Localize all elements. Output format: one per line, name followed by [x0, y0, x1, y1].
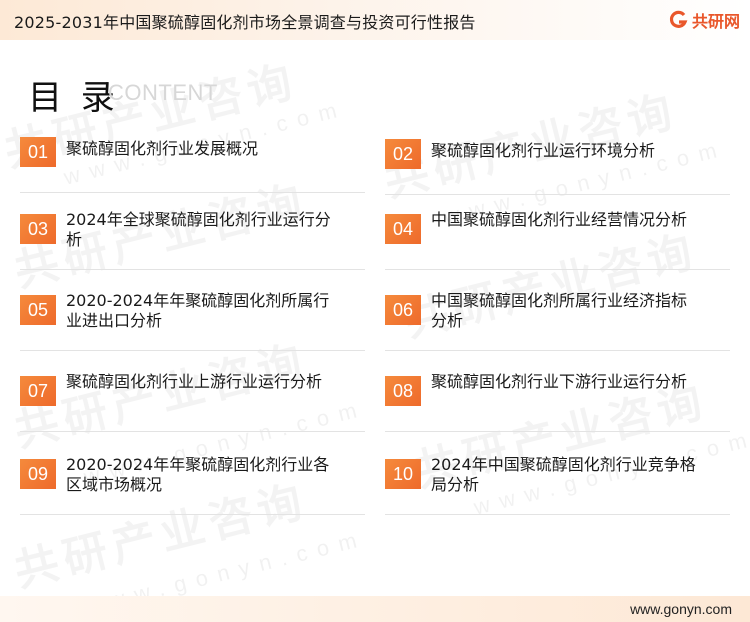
toc-item[interactable]: 04 中国聚硫醇固化剂行业经营情况分析 [385, 210, 730, 270]
toc-subtitle: CONTENT [108, 80, 218, 105]
toc-item-number: 08 [385, 376, 421, 406]
brand-logo-text: 共研网 [691, 12, 740, 31]
toc-item[interactable]: 08 聚硫醇固化剂行业下游行业运行分析 [385, 372, 730, 432]
toc-item-number: 01 [20, 137, 56, 167]
brand-logo-icon [669, 10, 688, 28]
toc-item-number: 10 [385, 459, 421, 489]
toc-item-number: 05 [20, 295, 56, 325]
toc-item[interactable]: 05 2020-2024年年聚硫醇固化剂所属行业进出口分析 [20, 291, 365, 351]
brand-logo: 共研网 [668, 7, 740, 33]
toc-item-label: 2020-2024年年聚硫醇固化剂所属行业进出口分析 [66, 291, 330, 330]
toc-item-label: 中国聚硫醇固化剂所属行业经济指标分析 [431, 291, 688, 330]
toc-item[interactable]: 09 2020-2024年年聚硫醇固化剂行业各区域市场概况 [20, 455, 365, 515]
toc-item-label: 聚硫醇固化剂行业上游行业运行分析 [66, 372, 323, 391]
toc-item-number: 04 [385, 214, 421, 244]
toc-item[interactable]: 03 2024年全球聚硫醇固化剂行业运行分析 [20, 210, 365, 270]
toc-item-number: 09 [20, 459, 56, 489]
toc-item-label: 聚硫醇固化剂行业下游行业运行分析 [431, 372, 688, 391]
toc-item[interactable]: 06 中国聚硫醇固化剂所属行业经济指标分析 [385, 291, 730, 351]
toc-item-number: 03 [20, 214, 56, 244]
toc-item-number: 06 [385, 295, 421, 325]
footer-url[interactable]: www.gonyn.com [630, 601, 732, 617]
toc-item-label: 中国聚硫醇固化剂行业经营情况分析 [431, 210, 688, 229]
toc-title: 目 录 [28, 78, 119, 118]
toc-item-label: 聚硫醇固化剂行业发展概况 [66, 139, 259, 158]
toc-item[interactable]: 02 聚硫醇固化剂行业运行环境分析 [385, 135, 730, 195]
toc-item-label: 2020-2024年年聚硫醇固化剂行业各区域市场概况 [66, 455, 330, 494]
toc-item-label: 聚硫醇固化剂行业运行环境分析 [431, 141, 656, 160]
toc-item[interactable]: 10 2024年中国聚硫醇固化剂行业竞争格局分析 [385, 455, 730, 515]
header-bar: 2025-2031年中国聚硫醇固化剂市场全景调查与投资可行性报告 共研网 [0, 0, 750, 40]
toc-item[interactable]: 07 聚硫醇固化剂行业上游行业运行分析 [20, 372, 365, 432]
report-title: 2025-2031年中国聚硫醇固化剂市场全景调查与投资可行性报告 [14, 13, 476, 32]
toc-item-number: 07 [20, 376, 56, 406]
toc-item-label: 2024年全球聚硫醇固化剂行业运行分析 [66, 210, 331, 249]
footer-bar: www.gonyn.com [0, 596, 750, 622]
toc-item-number: 02 [385, 139, 421, 169]
toc-item-label: 2024年中国聚硫醇固化剂行业竞争格局分析 [431, 455, 696, 494]
toc-item[interactable]: 01 聚硫醇固化剂行业发展概况 [20, 133, 365, 193]
